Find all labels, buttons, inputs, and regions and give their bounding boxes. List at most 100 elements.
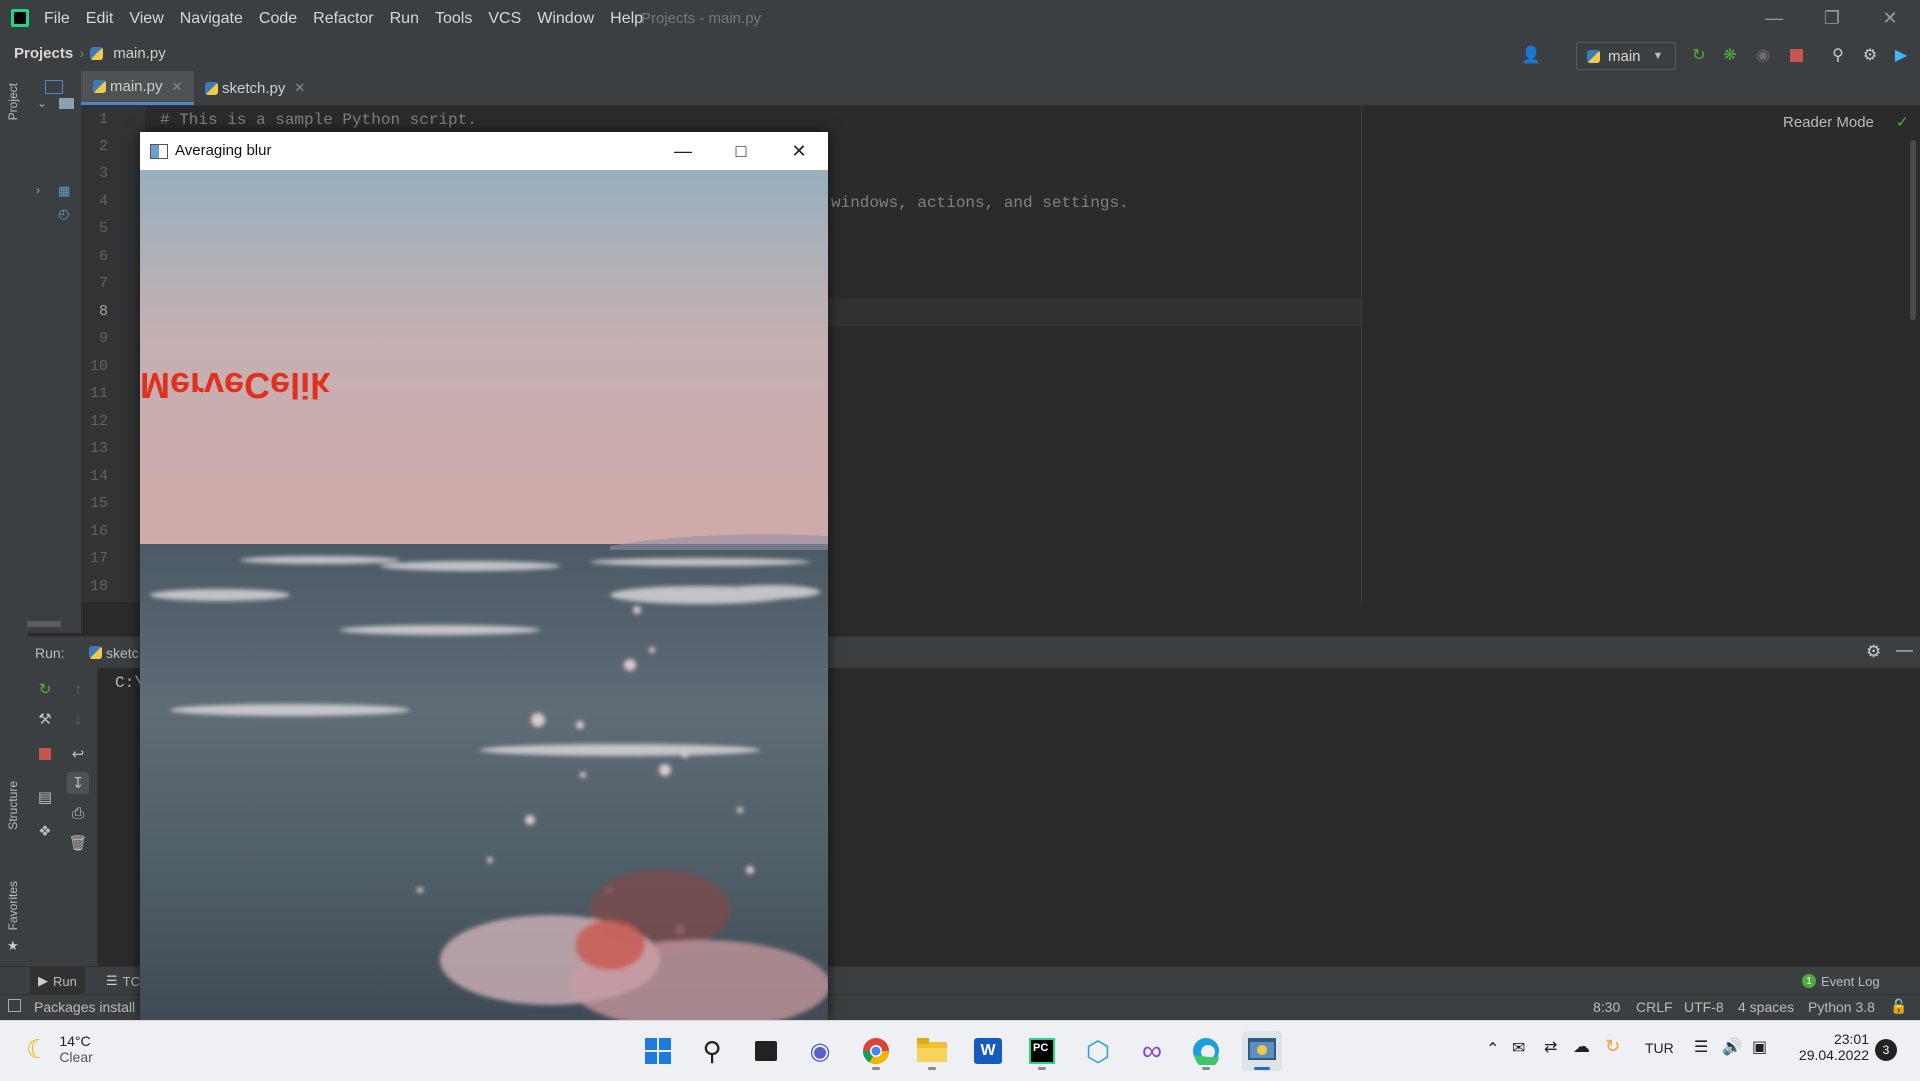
hexagon-app-icon[interactable]: ⬡ (1078, 1031, 1118, 1071)
menu-code[interactable]: Code (259, 10, 306, 28)
scroll-to-end-icon[interactable]: ↧ (67, 772, 89, 794)
event-log-tab[interactable]: 1 Event Log (1802, 967, 1880, 995)
start-button[interactable] (638, 1031, 678, 1071)
cv-close-button[interactable]: ✕ (770, 132, 828, 170)
run-config-label: main (1608, 47, 1641, 65)
minimize-button[interactable]: — (1745, 0, 1803, 37)
menu-edit[interactable]: Edit (86, 10, 123, 28)
file-encoding[interactable]: UTF-8 (1684, 999, 1724, 1015)
notification-badge[interactable]: 3 (1875, 1039, 1897, 1061)
arrow-down-icon[interactable]: ↓ (67, 708, 89, 730)
battery-icon[interactable]: ▣ (1752, 1037, 1767, 1057)
menu-tools[interactable]: Tools (435, 10, 481, 28)
tab-sketch-py[interactable]: sketch.py ✕ (193, 71, 317, 105)
project-view-icon[interactable] (45, 80, 63, 94)
chevron-down-icon[interactable]: ⌄ (37, 96, 47, 110)
debug-icon[interactable]: ❋ (1719, 44, 1741, 66)
structure-tool-tab[interactable]: Structure (6, 781, 20, 830)
reader-mode-toggle[interactable]: Reader Mode (1783, 114, 1874, 131)
rerun-icon[interactable]: ↻ (1688, 44, 1710, 66)
clock[interactable]: 23:01 29.04.2022 (1795, 1031, 1869, 1063)
horizontal-scrollbar[interactable] (27, 621, 61, 627)
gear-icon[interactable]: ⚙ (1866, 642, 1881, 662)
sync-icon[interactable]: ↻ (1605, 1036, 1620, 1057)
cv-maximize-button[interactable]: □ (712, 132, 770, 170)
close-icon[interactable]: ✕ (294, 80, 305, 96)
favorites-tool-tab[interactable]: Favorites (6, 881, 20, 930)
restore-button[interactable]: ❐ (1803, 0, 1861, 37)
close-button[interactable]: ✕ (1861, 0, 1919, 37)
search-icon[interactable]: ⚲ (1827, 44, 1849, 66)
breadcrumb-file[interactable]: main.py (113, 45, 166, 62)
pycharm-taskbar-icon[interactable]: PC (1022, 1031, 1062, 1071)
run-config-selector[interactable]: main ▼ (1576, 42, 1676, 70)
tab-main-py[interactable]: main.py ✕ (81, 71, 195, 105)
gmail-icon[interactable]: ✉ (1512, 1038, 1525, 1058)
gear-icon[interactable]: ⚙ (1859, 44, 1881, 66)
editor-tab-bar: main.py ✕ sketch.py ✕ (81, 71, 1920, 106)
arrow-up-icon[interactable]: ↑ (67, 678, 89, 700)
line-number: 6 (98, 248, 108, 265)
project-panel: ⌄ › ▦ ◴ (27, 71, 82, 633)
project-tool-tab[interactable]: Project (6, 83, 20, 120)
indent-setting[interactable]: 4 spaces (1738, 999, 1794, 1015)
visual-studio-icon[interactable]: ∞ (1132, 1031, 1172, 1071)
chevron-right-icon[interactable]: › (36, 183, 40, 197)
menu-view[interactable]: View (129, 10, 172, 28)
weather-desc: Clear (59, 1049, 93, 1065)
search-icon[interactable]: ⚲ (692, 1031, 732, 1071)
windows-logo-icon (645, 1038, 671, 1064)
menu-file[interactable]: File (44, 10, 79, 28)
python-window-icon[interactable] (1242, 1031, 1282, 1071)
edge-icon[interactable] (1186, 1031, 1226, 1071)
menu-refactor[interactable]: Refactor (313, 10, 382, 28)
soft-wrap-icon[interactable]: ↩ (67, 743, 89, 765)
coverage-icon[interactable]: ◉ (1752, 44, 1774, 66)
menu-navigate[interactable]: Navigate (180, 10, 252, 28)
transfer-icon[interactable]: ⇄ (1544, 1037, 1557, 1057)
menu-window[interactable]: Window (537, 10, 603, 28)
close-icon[interactable]: ✕ (172, 79, 183, 95)
word-icon[interactable]: W (968, 1031, 1008, 1071)
volume-icon[interactable]: 🔊 (1722, 1037, 1742, 1057)
print-icon[interactable]: ⎙ (67, 802, 89, 824)
teams-chat-icon[interactable]: ◉ (800, 1031, 840, 1071)
menu-vcs[interactable]: VCS (488, 10, 530, 28)
event-log-label: Event Log (1821, 973, 1880, 989)
cloud-icon[interactable]: ☁ (1573, 1037, 1590, 1057)
stop-icon[interactable] (34, 743, 56, 765)
file-explorer-icon[interactable] (912, 1031, 952, 1071)
run-tab[interactable]: sketc (89, 645, 139, 661)
python-icon (1587, 49, 1600, 63)
weather-widget[interactable]: ☾ 14°C Clear (26, 1033, 93, 1065)
line-separator[interactable]: CRLF (1636, 999, 1673, 1015)
wifi-icon[interactable]: ☰ (1694, 1037, 1708, 1057)
rerun-icon[interactable]: ↻ (34, 678, 56, 700)
menu-run[interactable]: Run (390, 10, 428, 28)
cv-minimize-button[interactable]: — (654, 132, 712, 170)
cv-window-titlebar[interactable]: Averaging blur — □ ✕ (140, 132, 828, 170)
cursor-position[interactable]: 8:30 (1593, 999, 1620, 1015)
stop-icon[interactable] (1785, 44, 1807, 66)
layout-icon[interactable]: ▤ (34, 786, 56, 808)
todo-tool-tab[interactable]: ☰ TC (106, 967, 140, 995)
panel-toggle-icon[interactable] (8, 999, 21, 1012)
python-interpreter[interactable]: Python 3.8 (1808, 999, 1875, 1015)
minimize-panel-icon[interactable]: — (1896, 640, 1913, 660)
lock-icon[interactable]: 🔓 (1890, 998, 1907, 1015)
averaging-blur-window[interactable]: Averaging blur — □ ✕ MerveCelik (140, 132, 828, 1020)
trash-icon[interactable]: 🗑 (67, 832, 89, 854)
run-tool-tab[interactable]: ▶ Run (30, 967, 85, 995)
chrome-icon[interactable] (856, 1031, 896, 1071)
pin-icon[interactable]: ❖ (34, 820, 56, 842)
breadcrumb-root[interactable]: Projects (14, 45, 73, 62)
editor-scrollbar[interactable] (1910, 140, 1916, 320)
chevron-up-icon[interactable]: ⌃ (1486, 1039, 1499, 1059)
language-indicator[interactable]: TUR (1645, 1040, 1674, 1056)
user-icon[interactable]: 👤 (1520, 44, 1542, 66)
wrench-icon[interactable]: ⚒ (34, 708, 56, 730)
todo-tool-tab-label: TC (122, 973, 140, 989)
status-message[interactable]: Packages install (34, 999, 135, 1015)
plugin-icon[interactable]: ▶ (1890, 44, 1912, 66)
task-view-icon[interactable] (746, 1031, 786, 1071)
